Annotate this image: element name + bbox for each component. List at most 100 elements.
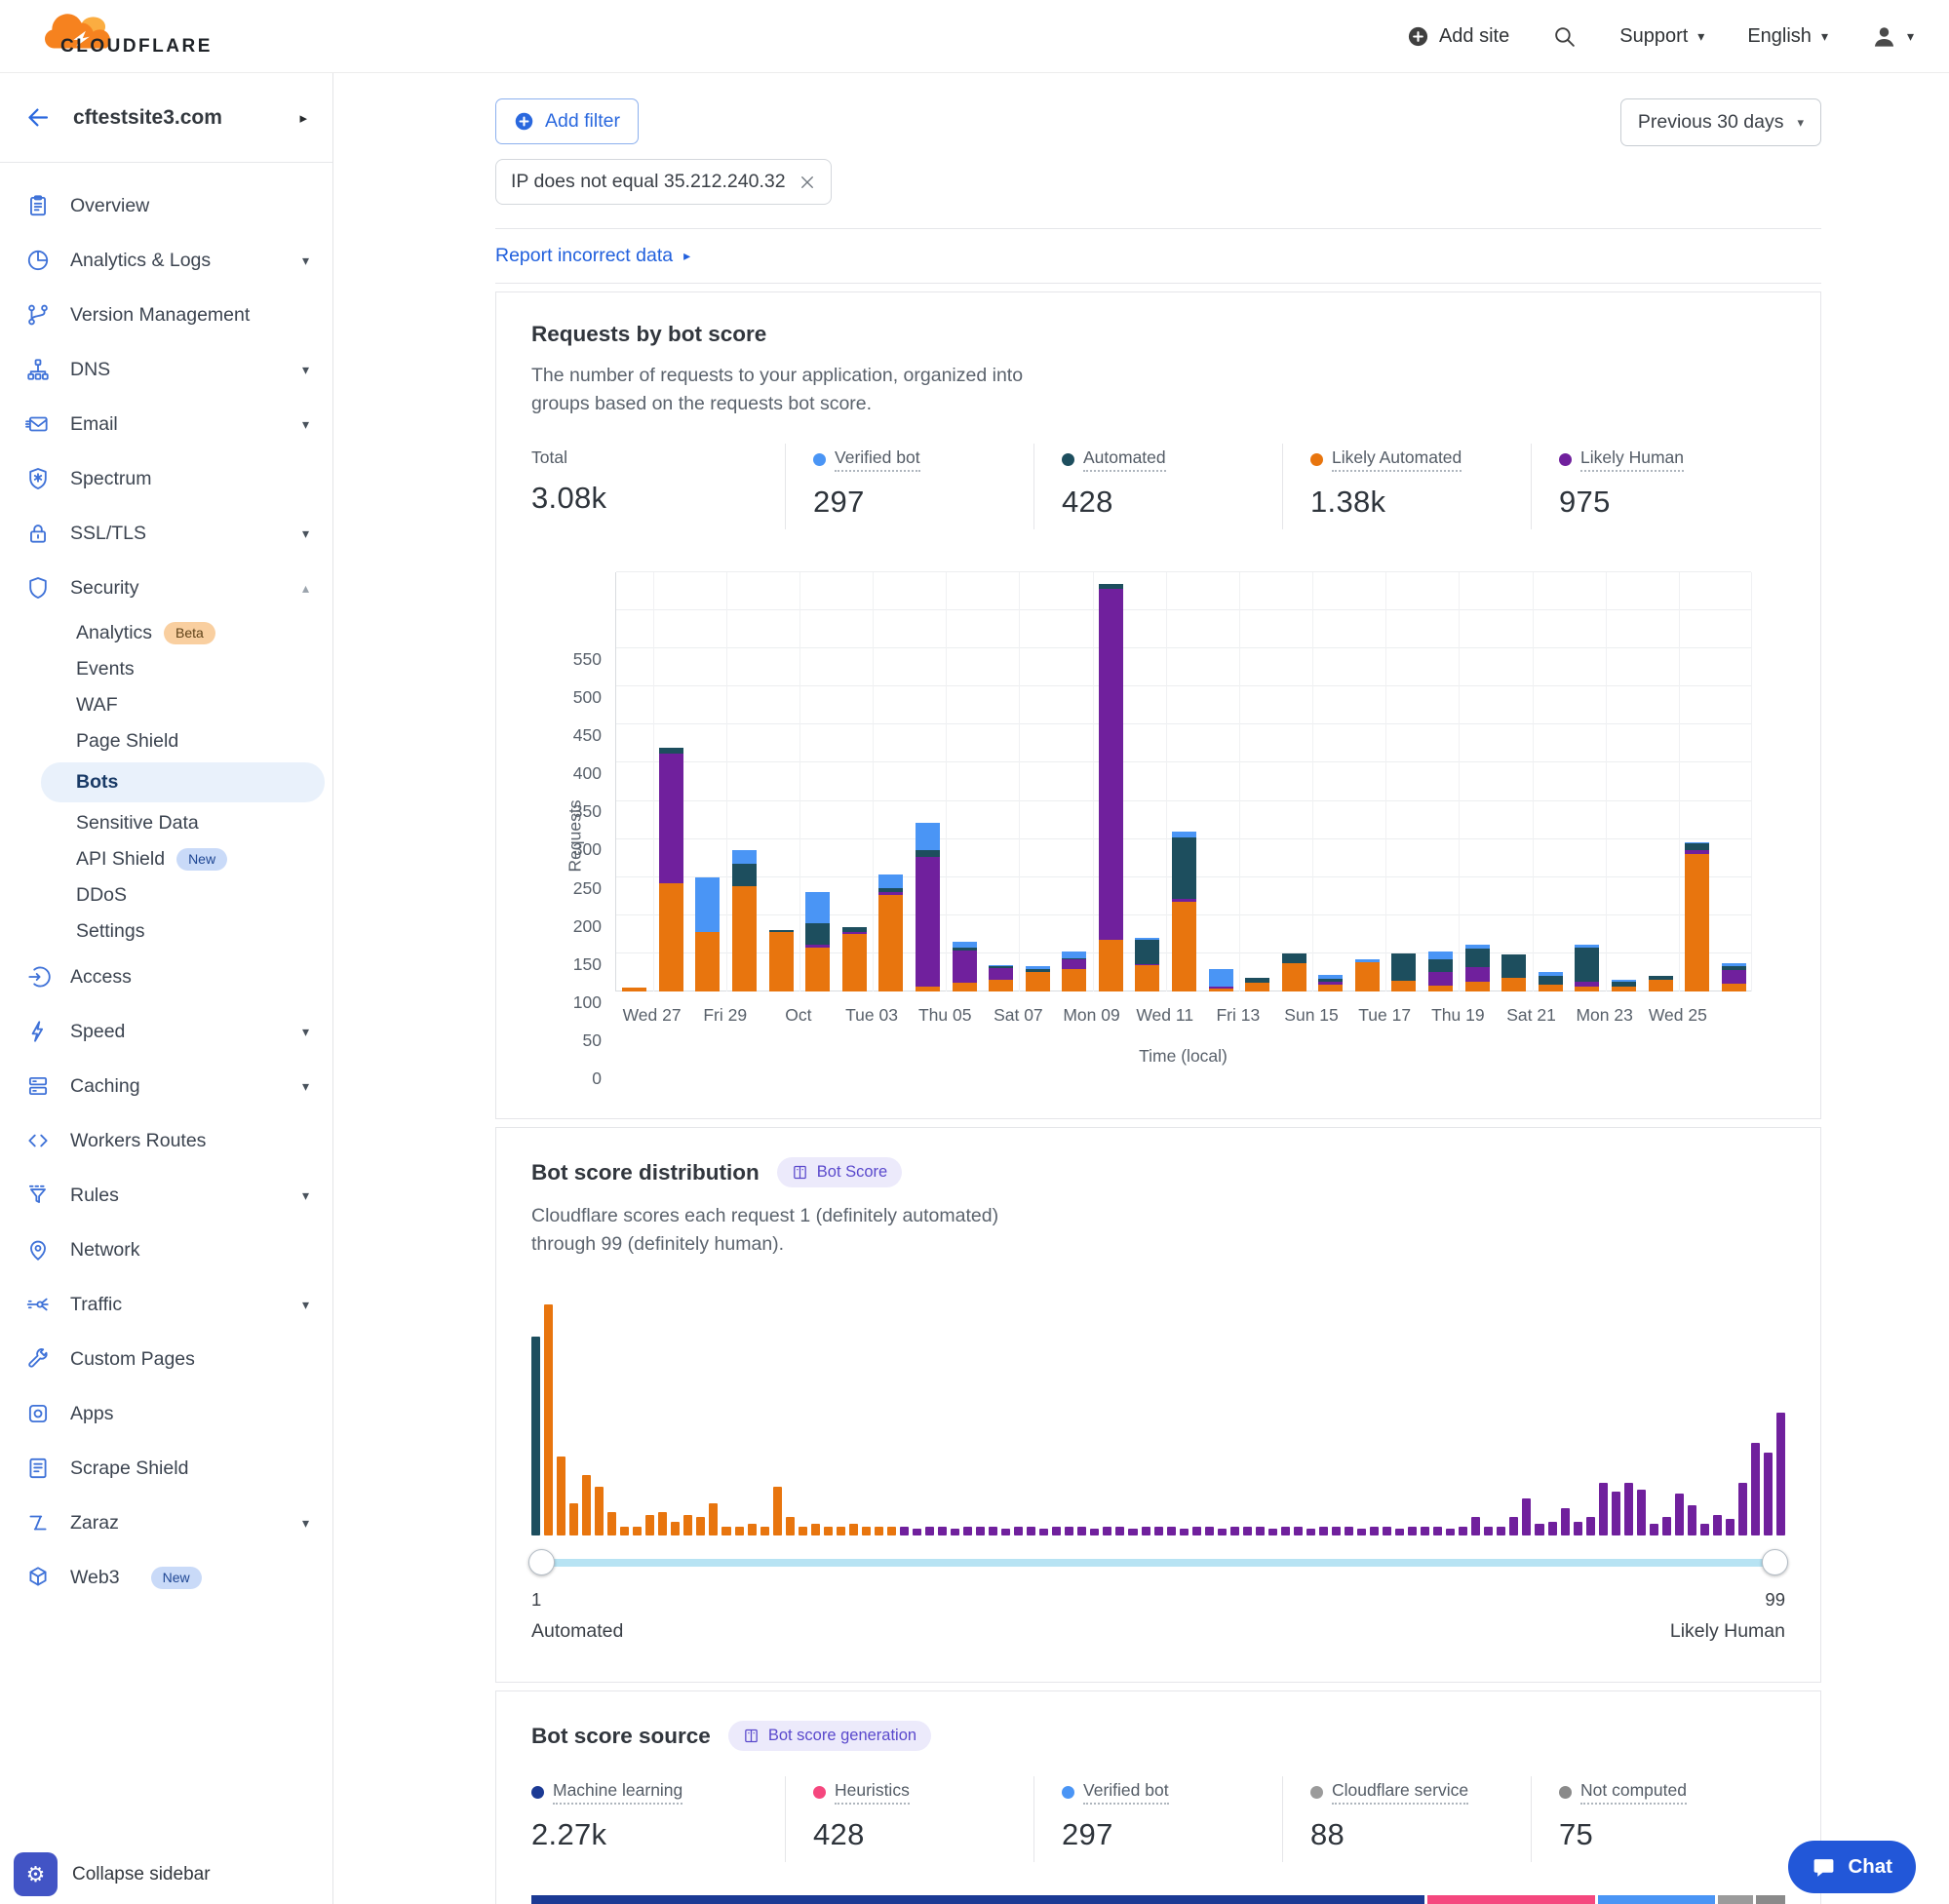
sidebar-item-overview[interactable]: Overview	[0, 178, 332, 233]
slider-handle-max[interactable]	[1762, 1549, 1788, 1575]
sidebar-item-page-shield[interactable]: Page Shield	[0, 723, 332, 759]
stat-label-text[interactable]: Not computed	[1580, 1780, 1687, 1805]
sidebar-item-sensitive-data[interactable]: Sensitive Data	[0, 805, 332, 841]
sidebar-item-network[interactable]: Network	[0, 1223, 332, 1277]
stat-label-text[interactable]: Likely Automated	[1332, 447, 1462, 472]
chart-bar	[805, 892, 830, 991]
y-tick-label: 550	[573, 649, 602, 670]
sidebar-item-waf[interactable]: WAF	[0, 687, 332, 723]
docs-icon	[792, 1164, 808, 1181]
histogram-bar-score-84	[1586, 1517, 1595, 1535]
sidebar-item-rules[interactable]: Rules▾	[0, 1168, 332, 1223]
version-icon	[25, 302, 51, 328]
sidebar-item-settings[interactable]: Settings	[0, 913, 332, 950]
gridline	[1533, 572, 1534, 991]
add-site-button[interactable]: Add site	[1407, 25, 1509, 48]
support-menu[interactable]: Support ▾	[1619, 25, 1704, 48]
y-tick-label: 500	[573, 687, 602, 708]
histogram-bar-score-13	[683, 1515, 692, 1535]
sidebar-item-web3[interactable]: Web3New	[0, 1550, 332, 1605]
sidebar-item-analytics[interactable]: AnalyticsBeta	[0, 615, 332, 651]
badge-label: Bot score generation	[768, 1727, 916, 1745]
chevron-down-icon: ▾	[302, 1078, 309, 1095]
bar-segment-automated	[916, 850, 940, 857]
sidebar-item-label: Overview	[70, 195, 149, 217]
stat-label-text[interactable]: Machine learning	[553, 1780, 682, 1805]
y-tick-label: 200	[573, 916, 602, 937]
sidebar-item-version-management[interactable]: Version Management	[0, 288, 332, 342]
stat-label-text[interactable]: Likely Human	[1580, 447, 1684, 472]
sidebar-item-zaraz[interactable]: Zaraz▾	[0, 1496, 332, 1550]
histogram-bar-score-76	[1484, 1527, 1493, 1535]
histogram-bar-score-95	[1726, 1519, 1735, 1535]
chevron-down-icon: ▾	[302, 253, 309, 269]
stat-value: 3.08k	[531, 481, 785, 516]
sidebar-item-caching[interactable]: Caching ▾	[0, 1059, 332, 1113]
sidebar-item-traffic[interactable]: Traffic▾	[0, 1277, 332, 1332]
sidebar-item-workers-routes[interactable]: Workers Routes	[0, 1113, 332, 1168]
add-filter-button[interactable]: Add filter	[495, 98, 639, 144]
sidebar-item-label: Zaraz	[70, 1512, 119, 1535]
histogram-bar-score-42	[1052, 1527, 1061, 1535]
gridline	[1385, 572, 1386, 991]
histogram-bar-score-2	[544, 1304, 553, 1535]
docs-icon	[743, 1728, 760, 1744]
sidebar-item-access[interactable]: Access	[0, 950, 332, 1004]
histogram-bar-score-62	[1306, 1529, 1315, 1535]
sidebar-item-speed[interactable]: Speed▾	[0, 1004, 332, 1059]
gridline	[616, 609, 1751, 610]
sidebar-item-label: Caching	[70, 1075, 140, 1098]
sidebar-item-bots[interactable]: Bots	[41, 762, 325, 802]
bot-score-generation-docs-badge[interactable]: Bot score generation	[728, 1721, 931, 1751]
collapse-sidebar-button[interactable]: ⚙ Collapse sidebar	[14, 1852, 211, 1896]
sidebar-item-apps[interactable]: Apps	[0, 1386, 332, 1441]
histogram-bar-score-19	[760, 1527, 769, 1535]
chevron-down-icon: ▾	[302, 1187, 309, 1204]
stat-label-text[interactable]: Automated	[1083, 447, 1166, 472]
account-menu[interactable]: ▾	[1871, 23, 1914, 50]
stat-machine-learning: Machine learning2.27k	[531, 1776, 785, 1862]
sidebar-item-security[interactable]: Security▴	[0, 561, 332, 615]
sidebar-item-label: SSL/TLS	[70, 523, 146, 545]
stat-label: Verified bot	[1062, 1780, 1169, 1805]
back-arrow-icon[interactable]	[25, 104, 52, 131]
card-description: Cloudflare scores each request 1 (defini…	[531, 1202, 1063, 1259]
sidebar-item-events[interactable]: Events	[0, 651, 332, 687]
user-icon	[1871, 23, 1897, 50]
histogram-bar-score-33	[938, 1527, 947, 1535]
score-range-slider	[531, 1549, 1785, 1575]
stat-label-text[interactable]: Heuristics	[835, 1780, 910, 1805]
bar-segment-likely-human	[1722, 970, 1746, 984]
stat-label-text: Total	[531, 447, 567, 468]
chat-button[interactable]: Chat	[1788, 1841, 1916, 1893]
x-tick-label: Sat 07	[994, 1005, 1043, 1026]
sidebar-item-api-shield[interactable]: API ShieldNew	[0, 841, 332, 877]
stat-label-text[interactable]: Verified bot	[1083, 1780, 1169, 1805]
site-switcher-caret-icon[interactable]: ▸	[299, 109, 307, 127]
sidebar-item-analytics-logs[interactable]: Analytics & Logs▾	[0, 233, 332, 288]
sidebar-item-dns[interactable]: DNS▾	[0, 342, 332, 397]
sidebar-item-spectrum[interactable]: Spectrum	[0, 451, 332, 506]
remove-filter-icon[interactable]	[799, 174, 816, 191]
histogram-bar-score-99	[1776, 1413, 1785, 1535]
sidebar-item-scrape-shield[interactable]: Scrape Shield	[0, 1441, 332, 1496]
sidebar-item-custom-pages[interactable]: Custom Pages	[0, 1332, 332, 1386]
sidebar-subitem-label: Page Shield	[76, 730, 178, 753]
sidebar-item-ddos[interactable]: DDoS	[0, 877, 332, 913]
chevron-down-icon: ▾	[302, 362, 309, 378]
report-incorrect-data-link[interactable]: Report incorrect data ▸	[495, 245, 690, 267]
sidebar-item-ssl-tls[interactable]: SSL/TLS▾	[0, 506, 332, 561]
filter-chip[interactable]: IP does not equal 35.212.240.32	[495, 159, 832, 205]
date-range-select[interactable]: Previous 30 days ▾	[1620, 98, 1821, 146]
stat-label-text[interactable]: Verified bot	[835, 447, 920, 472]
slider-handle-min[interactable]	[528, 1549, 555, 1575]
chart-bar	[695, 877, 720, 991]
dns-icon	[25, 357, 51, 382]
bot-score-docs-badge[interactable]: Bot Score	[777, 1157, 902, 1187]
x-tick-label: Wed 27	[623, 1005, 682, 1026]
search-button[interactable]	[1552, 24, 1577, 49]
gridline	[1019, 572, 1020, 991]
language-menu[interactable]: English ▾	[1747, 25, 1828, 48]
stat-label-text[interactable]: Cloudflare service	[1332, 1780, 1468, 1805]
sidebar-item-email[interactable]: Email▾	[0, 397, 332, 451]
